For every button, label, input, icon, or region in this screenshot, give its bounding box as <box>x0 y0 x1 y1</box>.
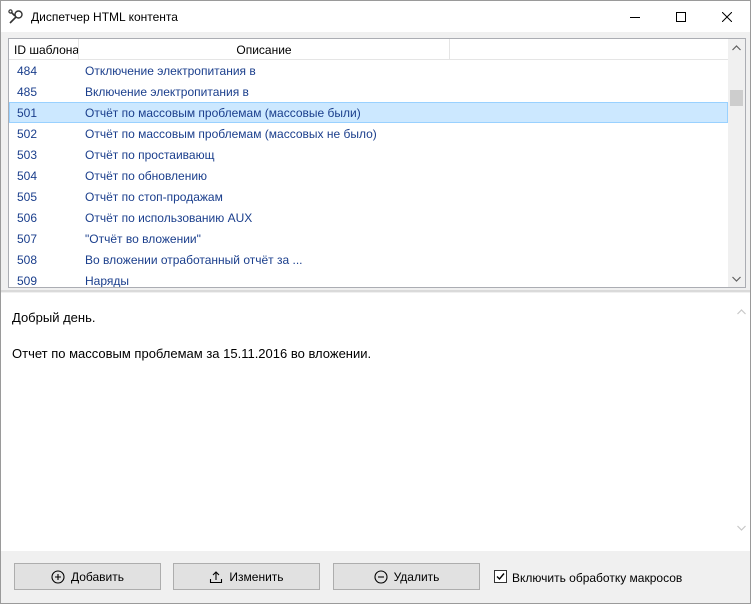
row-description: "Отчёт во вложении" <box>85 232 201 246</box>
list-row[interactable]: 503 Отчёт по простаивающ <box>9 144 728 165</box>
list-row-selected[interactable]: 501 Отчёт по массовым проблемам (массовы… <box>9 102 728 123</box>
edit-button[interactable]: Изменить <box>173 563 320 590</box>
row-description: Отчёт по использованию AUX <box>85 211 253 225</box>
maximize-icon <box>676 11 686 22</box>
add-button-label: Добавить <box>70 569 125 584</box>
row-description: Включение электропитания в <box>85 85 249 99</box>
scroll-up-button[interactable] <box>733 303 750 320</box>
list-row[interactable]: 504 Отчёт по обновлению <box>9 165 728 186</box>
template-list[interactable]: ID шаблона Описание 484 Отключение элект… <box>8 38 746 288</box>
preview-greeting: Добрый день. <box>12 310 96 325</box>
list-rows: 484 Отключение электропитания в 485 Вклю… <box>9 60 728 288</box>
panel-splitter[interactable] <box>1 290 750 292</box>
row-description: Отключение электропитания в <box>85 64 256 78</box>
preview-body-prefix: Отчет по массовым проблемам за <box>12 346 224 361</box>
row-id: 503 <box>17 148 38 162</box>
row-id: 505 <box>17 190 38 204</box>
checkmark-icon <box>496 573 505 581</box>
main-window: Диспетчер HTML контента ID шаблона Описа… <box>0 0 751 604</box>
list-scrollbar[interactable] <box>728 39 745 287</box>
scroll-thumb[interactable] <box>730 90 743 106</box>
row-id: 508 <box>17 253 38 267</box>
row-description: Отчёт по простаивающ <box>85 148 215 162</box>
chevron-down-icon <box>732 276 741 282</box>
delete-button-label: Удалить <box>393 569 440 584</box>
preview-body-date: 15.11.2016 <box>223 346 288 361</box>
row-description: Отчёт по стоп-продажам <box>85 190 223 204</box>
list-row[interactable]: 506 Отчёт по использованию AUX <box>9 207 728 228</box>
row-id: 502 <box>17 127 38 141</box>
macro-checkbox-label[interactable]: Включить обработку макросов <box>512 571 682 585</box>
list-row[interactable]: 505 Отчёт по стоп-продажам <box>9 186 728 207</box>
preview-body: Отчет по массовым проблемам за 15.11.201… <box>12 346 371 361</box>
macro-checkbox[interactable] <box>494 570 507 583</box>
column-divider[interactable] <box>449 39 450 59</box>
close-button[interactable] <box>704 1 750 32</box>
title-bar: Диспетчер HTML контента <box>1 1 750 32</box>
scroll-down-button[interactable] <box>733 519 750 536</box>
chevron-down-icon <box>737 525 746 531</box>
row-id: 504 <box>17 169 38 183</box>
row-id: 485 <box>17 85 38 99</box>
list-row[interactable]: 502 Отчёт по массовым проблемам (массовы… <box>9 123 728 144</box>
row-description: Отчёт по массовым проблемам (массовых не… <box>85 127 377 141</box>
add-button[interactable]: Добавить <box>14 563 161 590</box>
delete-button[interactable]: Удалить <box>333 563 480 590</box>
row-id: 506 <box>17 211 38 225</box>
plus-circle-icon <box>51 569 65 584</box>
row-id: 484 <box>17 64 38 78</box>
scroll-up-button[interactable] <box>728 39 745 56</box>
list-row[interactable]: 509 Наряды <box>9 270 728 288</box>
minimize-icon <box>630 16 640 18</box>
preview-body-suffix: во вложении. <box>287 346 372 361</box>
preview-scrollbar[interactable] <box>733 293 750 551</box>
chevron-up-icon <box>732 44 741 50</box>
row-description: Отчёт по обновлению <box>85 169 208 183</box>
minus-circle-icon <box>374 569 388 584</box>
wrench-icon <box>7 8 25 26</box>
list-row[interactable]: 484 Отключение электропитания в <box>9 60 728 81</box>
row-id: 509 <box>17 274 38 288</box>
html-preview-pane: Добрый день. Отчет по массовым проблемам… <box>1 293 750 551</box>
window-title: Диспетчер HTML контента <box>31 10 178 24</box>
row-id: 501 <box>17 106 38 120</box>
row-description: Наряды <box>85 274 130 288</box>
maximize-button[interactable] <box>658 1 704 32</box>
list-row[interactable]: 508 Во вложении отработанный отчёт за ..… <box>9 249 728 270</box>
list-row[interactable]: 485 Включение электропитания в <box>9 81 728 102</box>
edit-button-label: Изменить <box>229 569 284 584</box>
upload-icon <box>210 570 223 583</box>
column-header-description[interactable]: Описание <box>79 43 449 57</box>
row-id: 507 <box>17 232 38 246</box>
row-description: Отчёт по массовым проблемам (массовые бы… <box>85 106 361 120</box>
list-row[interactable]: 507 "Отчёт во вложении" <box>9 228 728 249</box>
close-icon <box>722 11 732 22</box>
list-header: ID шаблона Описание <box>9 39 728 60</box>
chevron-up-icon <box>737 308 746 314</box>
row-description: Во вложении отработанный отчёт за ... <box>85 253 303 267</box>
minimize-button[interactable] <box>612 1 658 32</box>
scroll-down-button[interactable] <box>728 270 745 287</box>
column-header-id[interactable]: ID шаблона <box>14 43 79 57</box>
